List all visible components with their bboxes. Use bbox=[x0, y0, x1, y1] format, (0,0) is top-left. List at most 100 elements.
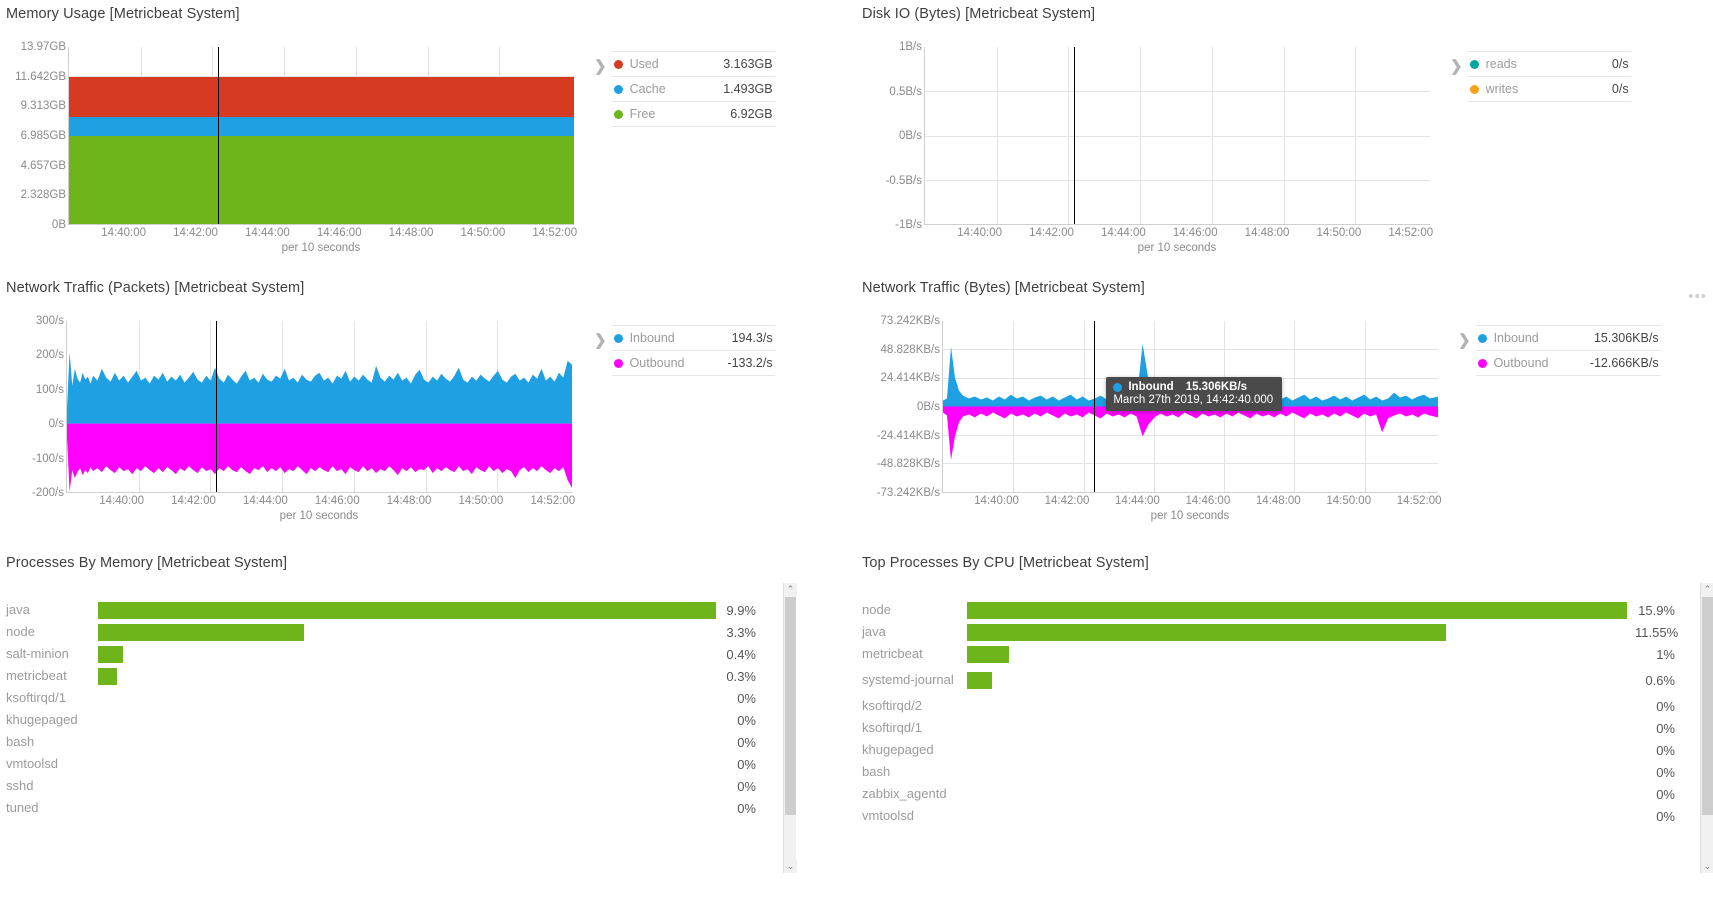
chevron-right-icon[interactable]: ❯ bbox=[1454, 325, 1476, 348]
netpackets-legend: ❯ Inbound 194.3/s Outbound -133.2/s bbox=[590, 325, 775, 376]
bar-row[interactable]: sshd 0% bbox=[6, 775, 756, 797]
bar-row[interactable]: salt-minion 0.4% bbox=[6, 643, 756, 665]
area-series-used bbox=[69, 76, 574, 118]
bar-value-label: 0.6% bbox=[1645, 672, 1675, 688]
legend-item-inbound[interactable]: Inbound 194.3/s bbox=[611, 325, 775, 350]
legend-item-cache[interactable]: Cache 1.493GB bbox=[611, 76, 775, 101]
area-series-inbound bbox=[67, 351, 572, 424]
bar-category-label: ksoftirqd/2 bbox=[862, 698, 922, 713]
bar-row[interactable]: tuned 0% bbox=[6, 797, 756, 819]
bar-value-label: 0% bbox=[1656, 786, 1675, 802]
scroll-thumb[interactable] bbox=[1702, 597, 1713, 815]
bar-row[interactable]: khugepaged 0% bbox=[6, 709, 756, 731]
bar-value-label: 0.3% bbox=[726, 668, 756, 684]
memory-plot-area[interactable] bbox=[68, 47, 574, 225]
legend-item-used[interactable]: Used 3.163GB bbox=[611, 51, 775, 76]
scroll-thumb[interactable] bbox=[785, 597, 796, 815]
scroll-down-arrow-icon[interactable]: ⌄ bbox=[784, 860, 797, 873]
x-tick: 14:40:00 bbox=[974, 495, 1019, 507]
legend-label: Used bbox=[629, 57, 659, 71]
legend-value: 1.493GB bbox=[723, 82, 773, 96]
bar-row[interactable]: ksoftirqd/1 0% bbox=[6, 687, 756, 709]
bar-row[interactable]: zabbix_agentd 0% bbox=[862, 783, 1675, 805]
y-tick: -1B/s bbox=[895, 219, 922, 231]
bar-row[interactable]: bash 0% bbox=[6, 731, 756, 753]
bar-row[interactable]: java 11.55% bbox=[862, 621, 1679, 643]
diskio-plot-area[interactable] bbox=[924, 47, 1430, 225]
x-tick: 14:46:00 bbox=[316, 227, 362, 239]
legend-value: -133.2/s bbox=[727, 356, 773, 370]
bar-row[interactable]: node 3.3% bbox=[6, 621, 756, 643]
scroll-down-arrow-icon[interactable]: ⌄ bbox=[1701, 860, 1713, 873]
bar-value-label: 11.55% bbox=[1635, 624, 1679, 640]
proc-cpu-scrollbar[interactable]: ⌃ ⌄ bbox=[1700, 583, 1713, 873]
scroll-up-arrow-icon[interactable]: ⌃ bbox=[784, 583, 797, 596]
y-tick: 200/s bbox=[35, 349, 64, 362]
bar-row[interactable]: metricbeat 1% bbox=[862, 643, 1675, 665]
bar-row[interactable]: systemd-​journal 0.6% bbox=[862, 665, 1675, 695]
y-tick: 2.328GB bbox=[20, 189, 66, 202]
y-tick: 24.414KB/s bbox=[880, 372, 940, 385]
bar-row[interactable]: metricbeat 0.3% bbox=[6, 665, 756, 687]
y-tick: -73.242KB/s bbox=[876, 487, 940, 499]
bar-row[interactable]: ksoftirqd/1 0% bbox=[862, 717, 1675, 739]
area-series-free bbox=[69, 136, 574, 224]
x-tick: 14:48:00 bbox=[386, 495, 432, 507]
bar-track bbox=[967, 671, 1627, 689]
legend-item-outbound[interactable]: Outbound -12.666KB/s bbox=[1475, 350, 1661, 376]
legend-label: Free bbox=[629, 107, 656, 121]
bar-track bbox=[967, 623, 1627, 641]
legend-item-reads[interactable]: reads 0/s bbox=[1467, 51, 1631, 76]
x-tick: 14:50:00 bbox=[458, 495, 504, 507]
legend-label: Inbound bbox=[1493, 331, 1539, 345]
x-tick: 14:52:00 bbox=[532, 227, 578, 239]
legend-item-writes[interactable]: writes 0/s bbox=[1467, 76, 1631, 102]
bar-track bbox=[98, 601, 716, 619]
x-tick: 14:52:00 bbox=[1396, 495, 1442, 507]
legend-label: Outbound bbox=[1493, 356, 1549, 370]
netpackets-plot-area[interactable] bbox=[66, 321, 572, 493]
bar-category-label: metricbeat bbox=[862, 646, 923, 661]
bar-row[interactable]: khugepaged 0% bbox=[862, 739, 1675, 761]
bar-row[interactable]: vmtoolsd 0% bbox=[6, 753, 756, 775]
legend-item-inbound[interactable]: Inbound 15.306KB/s bbox=[1475, 325, 1661, 350]
netpackets-series-svg bbox=[67, 351, 572, 492]
bar-row[interactable]: vmtoolsd 0% bbox=[862, 805, 1675, 827]
x-tick: 14:42:00 bbox=[171, 495, 216, 507]
area-series-outbound bbox=[943, 406, 1438, 461]
memory-x-axis: 14:40:00 14:42:00 14:44:00 14:46:00 14:4… bbox=[68, 225, 578, 241]
legend-label: Inbound bbox=[629, 331, 675, 345]
x-axis-label: per 10 seconds bbox=[1150, 510, 1230, 522]
legend-item-free[interactable]: Free 6.92GB bbox=[611, 101, 775, 127]
y-tick: 0/s bbox=[48, 418, 64, 431]
panel-network-packets: Network Traffic (Packets) [Metricbeat Sy… bbox=[6, 280, 786, 545]
x-tick: 14:44:00 bbox=[1115, 495, 1160, 507]
x-tick: 14:40:00 bbox=[99, 495, 145, 507]
bar-value-label: 0% bbox=[737, 800, 756, 816]
bar-row[interactable]: ksoftirqd/2 0% bbox=[862, 695, 1675, 717]
series-color-dot bbox=[1469, 84, 1479, 94]
x-axis-label: per 10 seconds bbox=[281, 242, 361, 254]
series-color-dot bbox=[1469, 59, 1479, 69]
bar-fill bbox=[967, 623, 1447, 641]
scroll-up-arrow-icon[interactable]: ⌃ bbox=[1701, 583, 1713, 596]
bar-value-label: 0% bbox=[1656, 742, 1675, 758]
bar-row[interactable]: node 15.9% bbox=[862, 599, 1675, 621]
panel-network-bytes: Network Traffic (Bytes) [Metricbeat Syst… bbox=[862, 280, 1713, 545]
bar-value-label: 0% bbox=[1656, 720, 1675, 736]
chevron-right-icon[interactable]: ❯ bbox=[590, 51, 612, 74]
netbytes-plot-area[interactable]: Inbound 15.306KB/s March 27th 2019, 14:4… bbox=[942, 321, 1438, 493]
x-tick: 14:40:00 bbox=[101, 227, 147, 239]
bar-category-label: khugepaged bbox=[6, 712, 78, 727]
bar-value-label: 0% bbox=[737, 734, 756, 750]
panel-options-icon[interactable]: ••• bbox=[1688, 288, 1707, 305]
bar-row[interactable]: bash 0% bbox=[862, 761, 1675, 783]
bar-row[interactable]: java 9.9% bbox=[6, 599, 756, 621]
chevron-right-icon[interactable]: ❯ bbox=[1446, 51, 1468, 74]
panel-title-net-bytes: Network Traffic (Bytes) [Metricbeat Syst… bbox=[862, 280, 1145, 296]
bar-track bbox=[98, 645, 716, 663]
legend-item-outbound[interactable]: Outbound -133.2/s bbox=[611, 350, 775, 376]
series-color-dot bbox=[613, 333, 623, 343]
chevron-right-icon[interactable]: ❯ bbox=[590, 325, 612, 348]
proc-memory-scrollbar[interactable]: ⌃ ⌄ bbox=[783, 583, 797, 873]
